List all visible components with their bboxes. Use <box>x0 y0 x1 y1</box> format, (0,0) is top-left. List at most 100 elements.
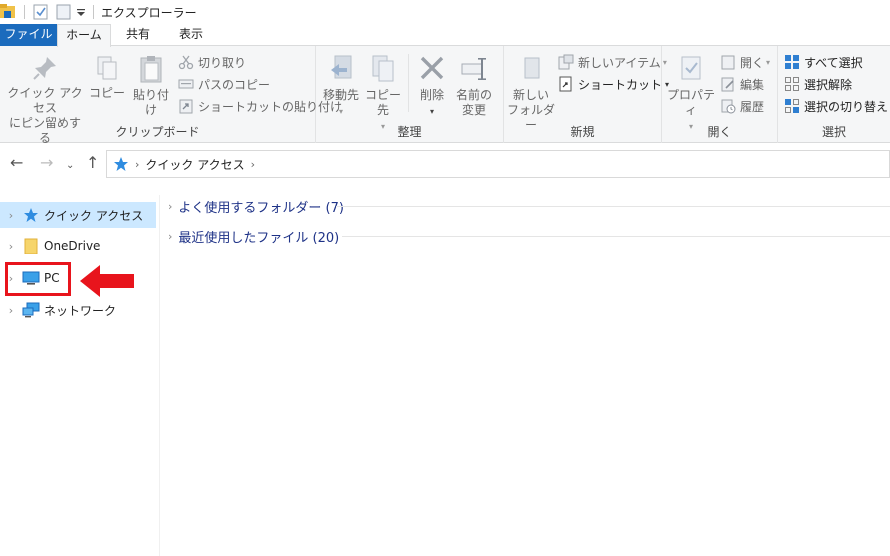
cut-button[interactable]: 切り取り <box>178 52 246 72</box>
separator <box>24 5 25 19</box>
history-label: 履歴 <box>740 99 765 114</box>
copy-button[interactable]: コピー <box>88 50 126 101</box>
properties-button[interactable]: プロパティ ▾ <box>666 50 716 134</box>
section-label: 最近使用したファイル (20) <box>178 230 340 246</box>
nav-item-label: ネットワーク <box>44 303 117 318</box>
new-folder-label-line1: 新しい <box>512 88 549 102</box>
ribbon-tabs: ファイル ホーム 共有 表示 <box>0 24 890 47</box>
nav-item-onedrive[interactable]: › OneDrive <box>0 233 156 259</box>
properties-label: プロパティ <box>666 88 715 117</box>
open-button[interactable]: 開く ▾ <box>720 52 770 72</box>
select-group: すべて選択 選択解除 選択の切り替え 選択 <box>778 46 890 143</box>
window-title: エクスプローラー <box>101 6 197 20</box>
edit-icon <box>721 77 734 92</box>
breadcrumb-location[interactable]: クイック アクセス <box>145 156 244 173</box>
breadcrumb-separator-icon[interactable]: › <box>135 158 139 171</box>
annotation-highlight-box <box>5 262 71 296</box>
quick-access-star-icon <box>114 157 128 171</box>
nav-item-label: クイック アクセス <box>44 208 144 223</box>
forward-arrow-icon[interactable]: → <box>40 155 53 171</box>
invert-selection-icon <box>785 99 799 113</box>
section-frequent-folders[interactable]: › よく使用するフォルダー (7) <box>168 195 344 217</box>
select-all-button[interactable]: すべて選択 <box>784 52 863 72</box>
expand-chevron-icon[interactable]: › <box>0 240 22 253</box>
delete-button[interactable]: 削除 ▾ <box>414 50 450 119</box>
quick-access-star-icon <box>24 208 38 222</box>
back-arrow-icon[interactable]: ← <box>10 155 23 171</box>
recent-locations-chevron-icon[interactable]: ⌄ <box>66 158 74 174</box>
select-none-icon <box>785 77 799 91</box>
properties-quick-icon[interactable] <box>33 3 49 20</box>
invert-selection-button[interactable]: 選択の切り替え <box>784 96 888 116</box>
section-recent-files[interactable]: › 最近使用したファイル (20) <box>168 225 339 247</box>
rename-label-line2: 変更 <box>461 103 486 117</box>
rename-icon <box>461 58 486 80</box>
paste-icon <box>140 56 162 83</box>
history-button[interactable]: 履歴 <box>720 96 764 116</box>
new-folder-quick-icon[interactable] <box>56 3 72 20</box>
tab-file[interactable]: ファイル <box>0 24 57 46</box>
new-item-label: 新しいアイテム <box>578 55 661 70</box>
separator <box>408 54 409 112</box>
edit-button[interactable]: 編集 <box>720 74 764 94</box>
expand-chevron-icon[interactable]: › <box>0 304 22 317</box>
nav-item-label: OneDrive <box>44 239 101 253</box>
select-all-label: すべて選択 <box>804 55 863 70</box>
navigation-bar: ← → ⌄ ↑ › クイック アクセス › <box>0 143 890 185</box>
open-dropdown-icon: ▾ <box>766 57 771 67</box>
up-arrow-icon[interactable]: ↑ <box>86 155 99 171</box>
open-group: プロパティ ▾ 開く ▾ 編集 履歴 開く <box>662 46 778 143</box>
new-folder-icon <box>524 57 540 79</box>
paste-label: 貼り付け <box>132 88 169 117</box>
separator <box>93 5 94 19</box>
organize-group: 移動先 ▾ コピー先 ▾ 削除 ▾ 名前の 変更 整理 <box>316 46 504 143</box>
paste-shortcut-icon <box>179 99 193 114</box>
expand-chevron-icon[interactable]: › <box>168 200 172 213</box>
rename-button[interactable]: 名前の 変更 <box>452 50 496 118</box>
network-icon <box>22 302 40 318</box>
open-group-label: 開く <box>707 125 732 139</box>
move-to-button[interactable]: 移動先 ▾ <box>320 50 362 119</box>
copy-label: コピー <box>88 86 125 100</box>
copy-to-button[interactable]: コピー先 ▾ <box>362 50 404 134</box>
ribbon: クイック アクセス にピン留めする コピー 貼り付け 切り取り パスのコピー シ… <box>0 46 890 145</box>
section-divider <box>336 206 890 207</box>
edit-label: 編集 <box>740 77 765 92</box>
customize-toolbar-chevron-icon[interactable] <box>76 3 86 20</box>
tab-share[interactable]: 共有 <box>114 24 162 46</box>
navigation-pane: › クイック アクセス › OneDrive › PC › ネットワーク <box>0 195 160 556</box>
title-bar: エクスプローラー <box>0 0 890 24</box>
copy-path-icon <box>178 79 194 89</box>
new-group-label: 新規 <box>570 125 595 139</box>
properties-icon <box>681 56 701 80</box>
shortcut-icon <box>559 76 572 92</box>
rename-label-line1: 名前の <box>455 88 492 102</box>
nav-item-quick-access[interactable]: › クイック アクセス <box>0 202 156 228</box>
new-folder-button[interactable]: 新しい フォルダー <box>506 50 556 133</box>
onedrive-folder-icon <box>24 238 38 254</box>
clipboard-group: クイック アクセス にピン留めする コピー 貼り付け 切り取り パスのコピー シ… <box>0 46 342 145</box>
cut-label: 切り取り <box>198 55 247 70</box>
copy-path-button[interactable]: パスのコピー <box>178 74 270 94</box>
select-all-icon <box>785 55 799 69</box>
pin-icon <box>33 57 56 80</box>
breadcrumb-separator-icon[interactable]: › <box>251 158 255 171</box>
copy-to-icon <box>372 55 394 82</box>
paste-button[interactable]: 貼り付け <box>128 50 174 118</box>
tab-home[interactable]: ホーム <box>57 24 111 47</box>
nav-item-network[interactable]: › ネットワーク <box>0 297 156 323</box>
expand-chevron-icon[interactable]: › <box>168 230 172 243</box>
new-group: 新しい フォルダー 新しいアイテム ▾ ショートカット ▾ 新規 <box>504 46 669 143</box>
folder-app-icon[interactable] <box>0 3 16 20</box>
section-label: よく使用するフォルダー (7) <box>178 200 344 216</box>
scissors-icon <box>178 55 194 70</box>
shortcut-button[interactable]: ショートカット ▾ <box>558 74 669 94</box>
address-bar[interactable]: › クイック アクセス › <box>106 150 890 178</box>
open-label: 開く <box>740 55 765 70</box>
annotation-arrow-icon <box>80 265 134 297</box>
tab-view[interactable]: 表示 <box>166 24 216 46</box>
expand-chevron-icon[interactable]: › <box>0 209 22 222</box>
select-none-button[interactable]: 選択解除 <box>784 74 852 94</box>
new-item-button[interactable]: 新しいアイテム ▾ <box>558 52 667 72</box>
content-area: › よく使用するフォルダー (7) › 最近使用したファイル (20) <box>160 195 890 556</box>
